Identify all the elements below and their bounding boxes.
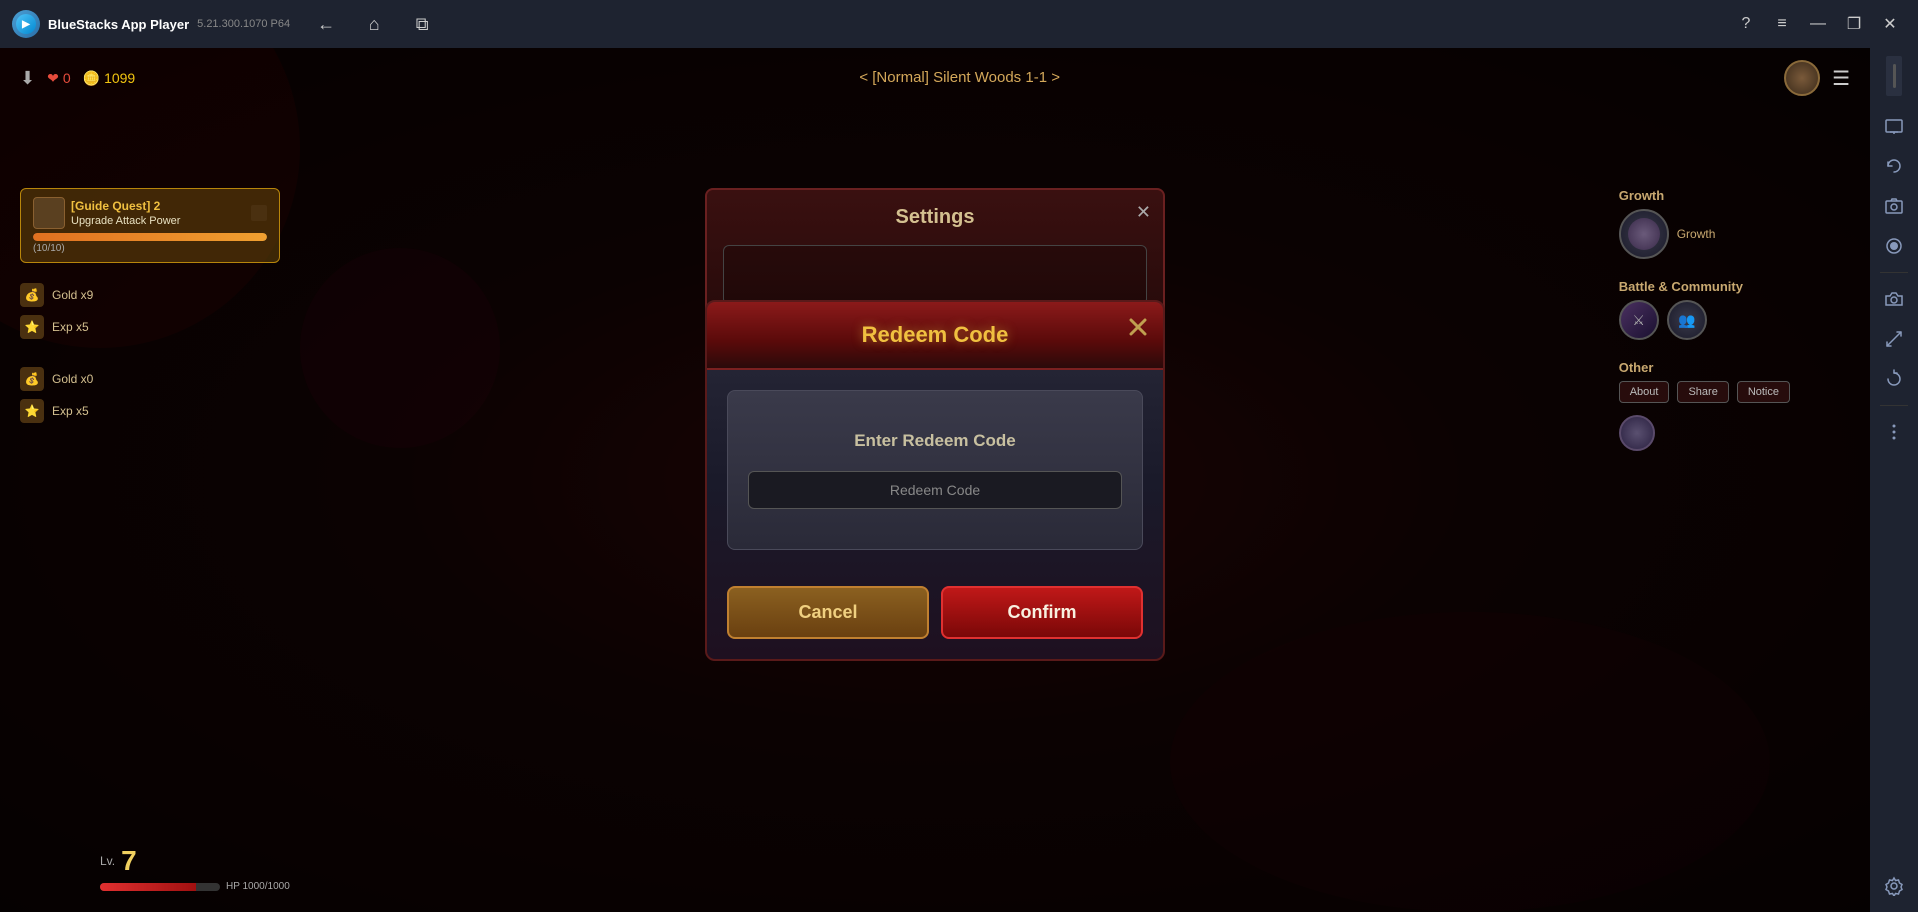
window-controls: ? ≡ — ❐ ✕ [1730, 8, 1906, 40]
sidebar-settings-btn[interactable] [1876, 868, 1912, 904]
restore-button[interactable]: ❐ [1838, 8, 1870, 40]
camera-icon [1884, 289, 1904, 309]
sidebar-more-btn[interactable] [1876, 414, 1912, 450]
sidebar-screen-btn[interactable] [1876, 108, 1912, 144]
sidebar-camera-btn[interactable] [1876, 281, 1912, 317]
redeem-body: Enter Redeem Code [707, 370, 1163, 570]
game-background: ⬇ ❤ 0 🪙 1099 < [Normal] Silent Woods 1-1… [0, 48, 1870, 912]
back-button[interactable]: ← [310, 8, 342, 40]
redeem-header: Redeem Code [707, 302, 1163, 370]
sidebar-bottom [1876, 868, 1912, 904]
screenshot-icon [1884, 196, 1904, 216]
tabs-button[interactable]: ⧉ [406, 8, 438, 40]
sidebar-record-btn[interactable] [1876, 228, 1912, 264]
sidebar-divider-2 [1880, 405, 1908, 406]
screen-icon [1884, 116, 1904, 136]
titlebar: ▶ BlueStacks App Player 5.21.300.1070 P6… [0, 0, 1918, 48]
redeem-dialog: Redeem Code Enter Redeem Code Cancel [705, 300, 1165, 661]
more-icon [1884, 422, 1904, 442]
bluestacks-logo: ▶ [12, 10, 40, 38]
refresh-icon [1884, 369, 1904, 389]
confirm-button[interactable]: Confirm [941, 586, 1143, 639]
sidebar-refresh-btn[interactable] [1876, 361, 1912, 397]
redeem-placeholder-text: Enter Redeem Code [854, 431, 1016, 451]
gear-icon [1884, 876, 1904, 896]
sidebar-rotate-btn[interactable] [1876, 148, 1912, 184]
help-button[interactable]: ? [1730, 8, 1762, 40]
sidebar-handle[interactable] [1886, 56, 1902, 96]
record-icon [1884, 236, 1904, 256]
redeem-footer: Cancel Confirm [707, 570, 1163, 659]
sidebar-resize-btn[interactable] [1876, 321, 1912, 357]
sidebar-divider-1 [1880, 272, 1908, 273]
menu-button[interactable]: ≡ [1766, 8, 1798, 40]
resize-icon [1884, 329, 1904, 349]
redeem-close-button[interactable] [1127, 316, 1149, 344]
x-close-icon [1127, 316, 1149, 338]
minimize-button[interactable]: — [1802, 8, 1834, 40]
close-button[interactable]: ✕ [1874, 8, 1906, 40]
sidebar-screenshot-btn[interactable] [1876, 188, 1912, 224]
redeem-overlay: Redeem Code Enter Redeem Code Cancel [0, 48, 1870, 912]
redeem-title: Redeem Code [727, 322, 1143, 348]
app-version: 5.21.300.1070 P64 [197, 18, 290, 30]
cancel-button[interactable]: Cancel [727, 586, 929, 639]
app-name: BlueStacks App Player [48, 17, 189, 32]
bluestacks-sidebar [1870, 48, 1918, 912]
home-button[interactable]: ⌂ [358, 8, 390, 40]
redeem-code-input[interactable] [748, 471, 1122, 509]
rotate-icon [1884, 156, 1904, 176]
titlebar-nav: ← ⌂ ⧉ [310, 8, 438, 40]
redeem-input-area: Enter Redeem Code [727, 390, 1143, 550]
